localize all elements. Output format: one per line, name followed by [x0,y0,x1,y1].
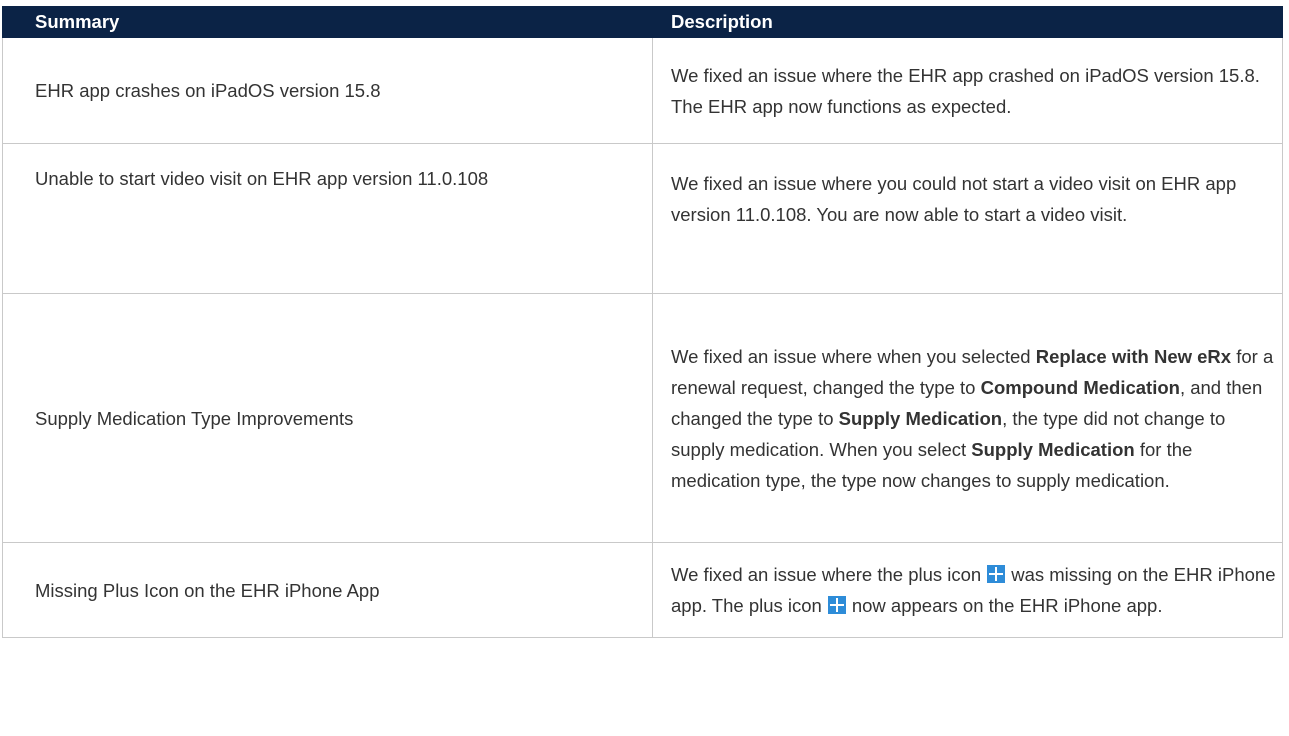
bold-term-replace-with-new-erx: Replace with New eRx [1035,345,1232,367]
table-row: EHR app crashes on iPadOS version 15.8 W… [2,37,1283,144]
summary-cell: Supply Medication Type Improvements [2,293,653,543]
table-row: Missing Plus Icon on the EHR iPhone App … [2,542,1283,638]
summary-column-header: Summary [2,6,653,38]
summary-cell: Unable to start video visit on EHR app v… [2,143,653,294]
bold-term-supply-medication: Supply Medication [838,407,1003,429]
description-text: We fixed an issue where the plus icon [671,564,982,585]
release-notes-table: Summary Description EHR app crashes on i… [2,6,1283,638]
description-cell: We fixed an issue where the plus icon was… [652,542,1283,638]
table-row: Supply Medication Type Improvements We f… [2,293,1283,543]
description-text: now appears on the EHR iPhone app. [851,595,1163,616]
summary-cell: EHR app crashes on iPadOS version 15.8 [2,37,653,144]
bold-term-compound-medication: Compound Medication [980,376,1180,398]
description-cell: We fixed an issue where when you selecte… [652,293,1283,543]
description-text: We fixed an issue where when you selecte… [671,345,1036,367]
bold-term-supply-medication: Supply Medication [971,438,1135,460]
table-row: Unable to start video visit on EHR app v… [2,143,1283,294]
summary-cell: Missing Plus Icon on the EHR iPhone App [2,542,653,638]
description-column-header: Description [652,6,1283,38]
plus-icon [987,565,1006,583]
plus-icon [827,596,846,614]
table-header-row: Summary Description [2,6,1283,38]
description-cell: We fixed an issue where you could not st… [652,143,1283,294]
description-cell: We fixed an issue where the EHR app cras… [652,37,1283,144]
